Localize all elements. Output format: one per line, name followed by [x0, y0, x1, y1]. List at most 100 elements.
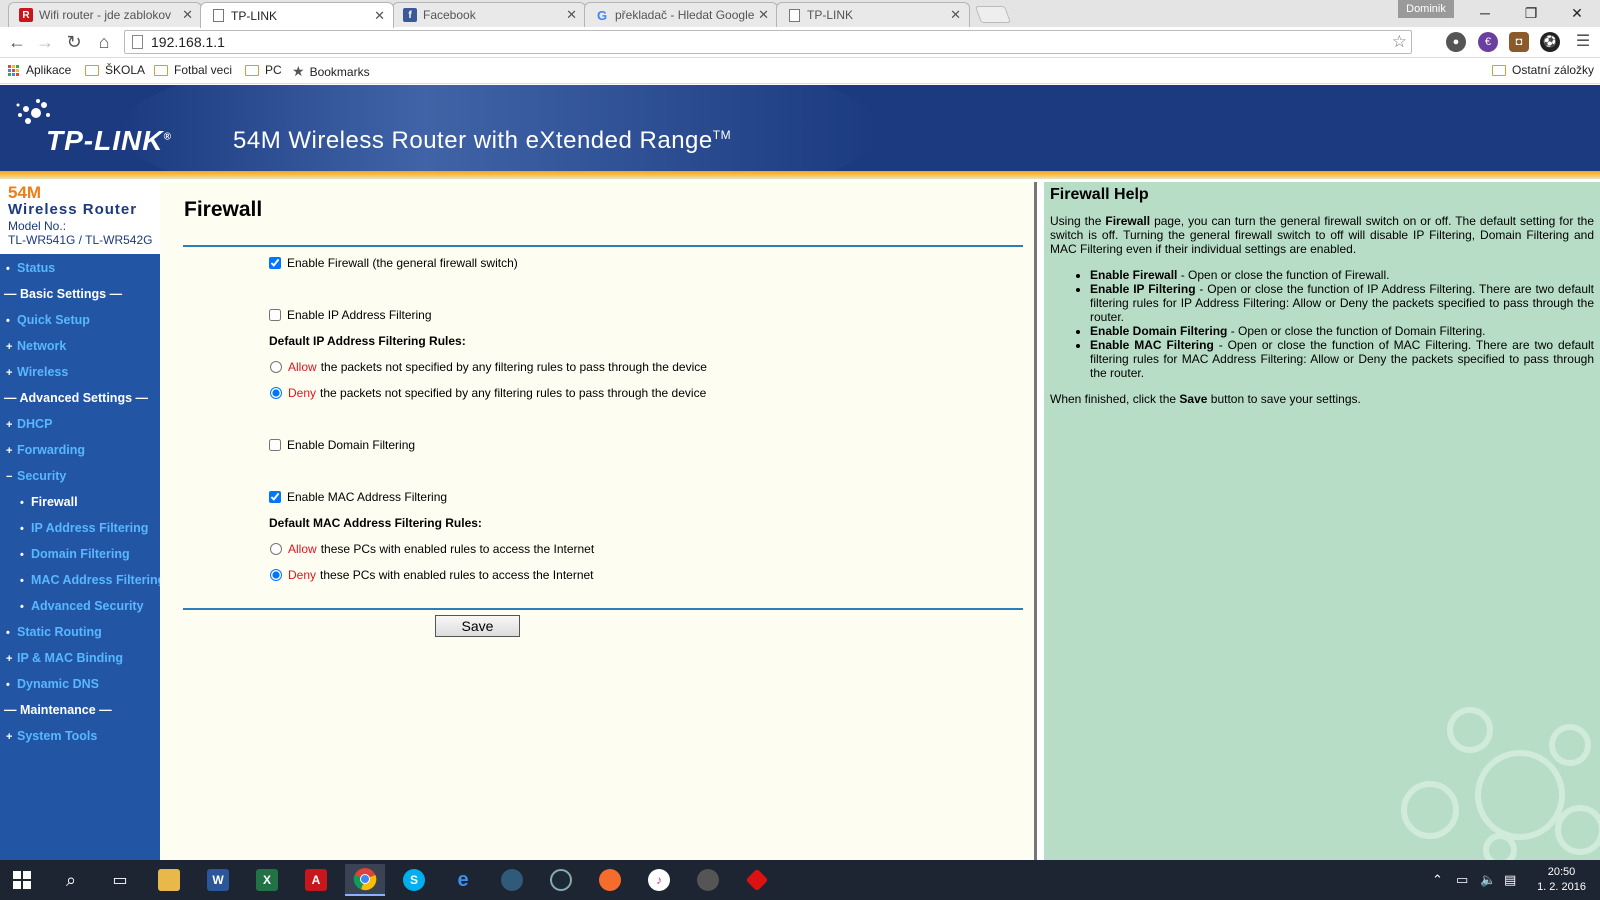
- ip-deny-radio[interactable]: [270, 387, 282, 399]
- antivirus-icon[interactable]: [737, 864, 777, 896]
- nav-menu: • Status — Basic Settings — • Quick Setup …: [0, 255, 165, 749]
- nav-static-routing[interactable]: • Static Routing: [0, 619, 160, 645]
- start-icon[interactable]: [2, 864, 42, 896]
- plus-icon: +: [6, 419, 13, 431]
- nav-security[interactable]: − Security: [0, 463, 160, 489]
- enable-ip-filtering-checkbox[interactable]: [269, 309, 281, 321]
- tab-tp-link-active[interactable]: TP-LINK ✕: [200, 2, 394, 28]
- network-icon[interactable]: ▭: [1456, 872, 1468, 888]
- reload-icon[interactable]: ↻: [63, 31, 85, 53]
- close-icon[interactable]: ✕: [950, 7, 961, 23]
- close-icon[interactable]: ✕: [182, 7, 193, 23]
- mac-rules-label: Default MAC Address Filtering Rules:: [269, 516, 482, 530]
- mac-deny-radio[interactable]: [270, 569, 282, 581]
- bookmark-skola[interactable]: ŠKOLA: [85, 63, 145, 77]
- acrobat-icon[interactable]: A: [296, 864, 336, 896]
- help-panel: Firewall Help Using the Firewall page, y…: [1044, 182, 1600, 860]
- nav-dynamic-dns[interactable]: • Dynamic DNS: [0, 671, 160, 697]
- euro-extension-icon[interactable]: €: [1478, 32, 1498, 52]
- tab-tp-link-2[interactable]: TP-LINK ✕: [776, 2, 970, 27]
- address-bar[interactable]: 192.168.1.1 ☆: [124, 30, 1412, 54]
- help-item: Enable IP Filtering - Open or close the …: [1090, 282, 1594, 324]
- mac-allow-radio[interactable]: [270, 543, 282, 555]
- instagram-extension-icon[interactable]: ◘: [1509, 32, 1529, 52]
- nav-ip-mac-binding[interactable]: + IP & MAC Binding: [0, 645, 160, 671]
- clock[interactable]: 20:50 1. 2. 2016: [1537, 865, 1586, 895]
- menu-icon[interactable]: ☰: [1572, 31, 1594, 53]
- bullet-icon: •: [20, 497, 24, 509]
- tab-wifi-router[interactable]: R Wifi router - jde zablokov ✕: [8, 2, 202, 27]
- nav-domain-filtering[interactable]: • Domain Filtering: [0, 541, 160, 567]
- forward-icon[interactable]: →: [34, 31, 56, 53]
- bookmark-apps[interactable]: Aplikace: [8, 63, 71, 77]
- nav-network[interactable]: + Network: [0, 333, 160, 359]
- nav-forwarding[interactable]: + Forwarding: [0, 437, 160, 463]
- tray-expand-icon[interactable]: ⌃: [1432, 872, 1443, 888]
- bullet-icon: •: [6, 263, 10, 275]
- bookmark-other[interactable]: Ostatní záložky: [1492, 63, 1594, 77]
- page-title: Firewall: [184, 198, 263, 221]
- plus-icon: +: [6, 367, 13, 379]
- profile-button[interactable]: Dominik: [1398, 0, 1454, 18]
- home-icon[interactable]: ⌂: [93, 31, 115, 53]
- volume-icon[interactable]: 🔈: [1480, 872, 1496, 888]
- help-item: Enable Domain Filtering - Open or close …: [1090, 324, 1594, 338]
- router-sidebar: 54M Wireless Router Model No.: TL-WR541G…: [0, 182, 165, 860]
- nav-system-tools[interactable]: + System Tools: [0, 723, 160, 749]
- skype-icon[interactable]: S: [394, 864, 434, 896]
- tab-google-search[interactable]: G překladač - Hledat Google ✕: [584, 2, 778, 27]
- tab-facebook[interactable]: f Facebook ✕: [392, 2, 586, 27]
- nav-firewall[interactable]: • Firewall: [0, 489, 160, 515]
- word-icon[interactable]: W: [198, 864, 238, 896]
- page-icon: [787, 8, 801, 22]
- apps-icon: [8, 64, 19, 76]
- browser-tab-strip: R Wifi router - jde zablokov ✕ TP-LINK ✕…: [0, 0, 1600, 28]
- restore-icon[interactable]: ❐: [1508, 0, 1554, 26]
- close-icon[interactable]: ✕: [374, 8, 385, 24]
- task-view-icon[interactable]: ▭: [100, 864, 140, 896]
- bullet-icon: •: [6, 627, 10, 639]
- plus-icon: +: [6, 445, 13, 457]
- chrome-icon[interactable]: [345, 864, 385, 896]
- back-icon[interactable]: ←: [6, 31, 28, 53]
- itunes-icon[interactable]: ♪: [639, 864, 679, 896]
- search-icon[interactable]: ⌕: [51, 864, 91, 896]
- nav-dhcp[interactable]: + DHCP: [0, 411, 160, 437]
- bookmark-star-icon[interactable]: ☆: [1392, 31, 1407, 53]
- notifications-icon[interactable]: ▤: [1504, 872, 1516, 888]
- football-extension-icon[interactable]: ⚽: [1540, 32, 1560, 52]
- nav-status[interactable]: • Status: [0, 255, 160, 281]
- minimize-icon[interactable]: ─: [1462, 0, 1508, 26]
- enable-mac-filtering-checkbox[interactable]: [269, 491, 281, 503]
- close-icon[interactable]: ✕: [758, 7, 769, 23]
- bullet-icon: •: [6, 315, 10, 327]
- new-tab-button[interactable]: [974, 6, 1012, 23]
- edge-icon[interactable]: e: [443, 864, 483, 896]
- ip-allow-radio[interactable]: [270, 361, 282, 373]
- nav-quick-setup[interactable]: • Quick Setup: [0, 307, 160, 333]
- bookmark-bookmarks[interactable]: ★ Bookmarks: [292, 63, 370, 80]
- nav-wireless[interactable]: + Wireless: [0, 359, 160, 385]
- excel-icon[interactable]: X: [247, 864, 287, 896]
- close-icon[interactable]: ✕: [566, 7, 577, 23]
- extension-icon[interactable]: ●: [1446, 32, 1466, 52]
- file-explorer-icon[interactable]: [149, 864, 189, 896]
- frame-divider[interactable]: [1034, 182, 1044, 860]
- enable-domain-filtering-checkbox[interactable]: [269, 439, 281, 451]
- origin-icon[interactable]: [590, 864, 630, 896]
- steam-icon[interactable]: [541, 864, 581, 896]
- nav-ip-address-filtering[interactable]: • IP Address Filtering: [0, 515, 160, 541]
- save-button[interactable]: Save: [435, 615, 520, 637]
- steelseries-icon[interactable]: [492, 864, 532, 896]
- model-number: TL-WR541G / TL-WR542G: [8, 233, 153, 247]
- enable-firewall-checkbox[interactable]: [269, 257, 281, 269]
- app-icon[interactable]: [688, 864, 728, 896]
- help-intro: Using the Firewall page, you can turn th…: [1050, 214, 1595, 256]
- page-icon: [211, 9, 225, 23]
- help-item: Enable Firewall - Open or close the func…: [1090, 268, 1594, 282]
- close-window-icon[interactable]: ✕: [1554, 0, 1600, 26]
- bookmark-fotbal-veci[interactable]: Fotbal veci: [154, 63, 232, 77]
- bookmark-pc[interactable]: PC: [245, 63, 282, 77]
- nav-advanced-security[interactable]: • Advanced Security: [0, 593, 160, 619]
- nav-mac-address-filtering[interactable]: • MAC Address Filtering: [0, 567, 165, 593]
